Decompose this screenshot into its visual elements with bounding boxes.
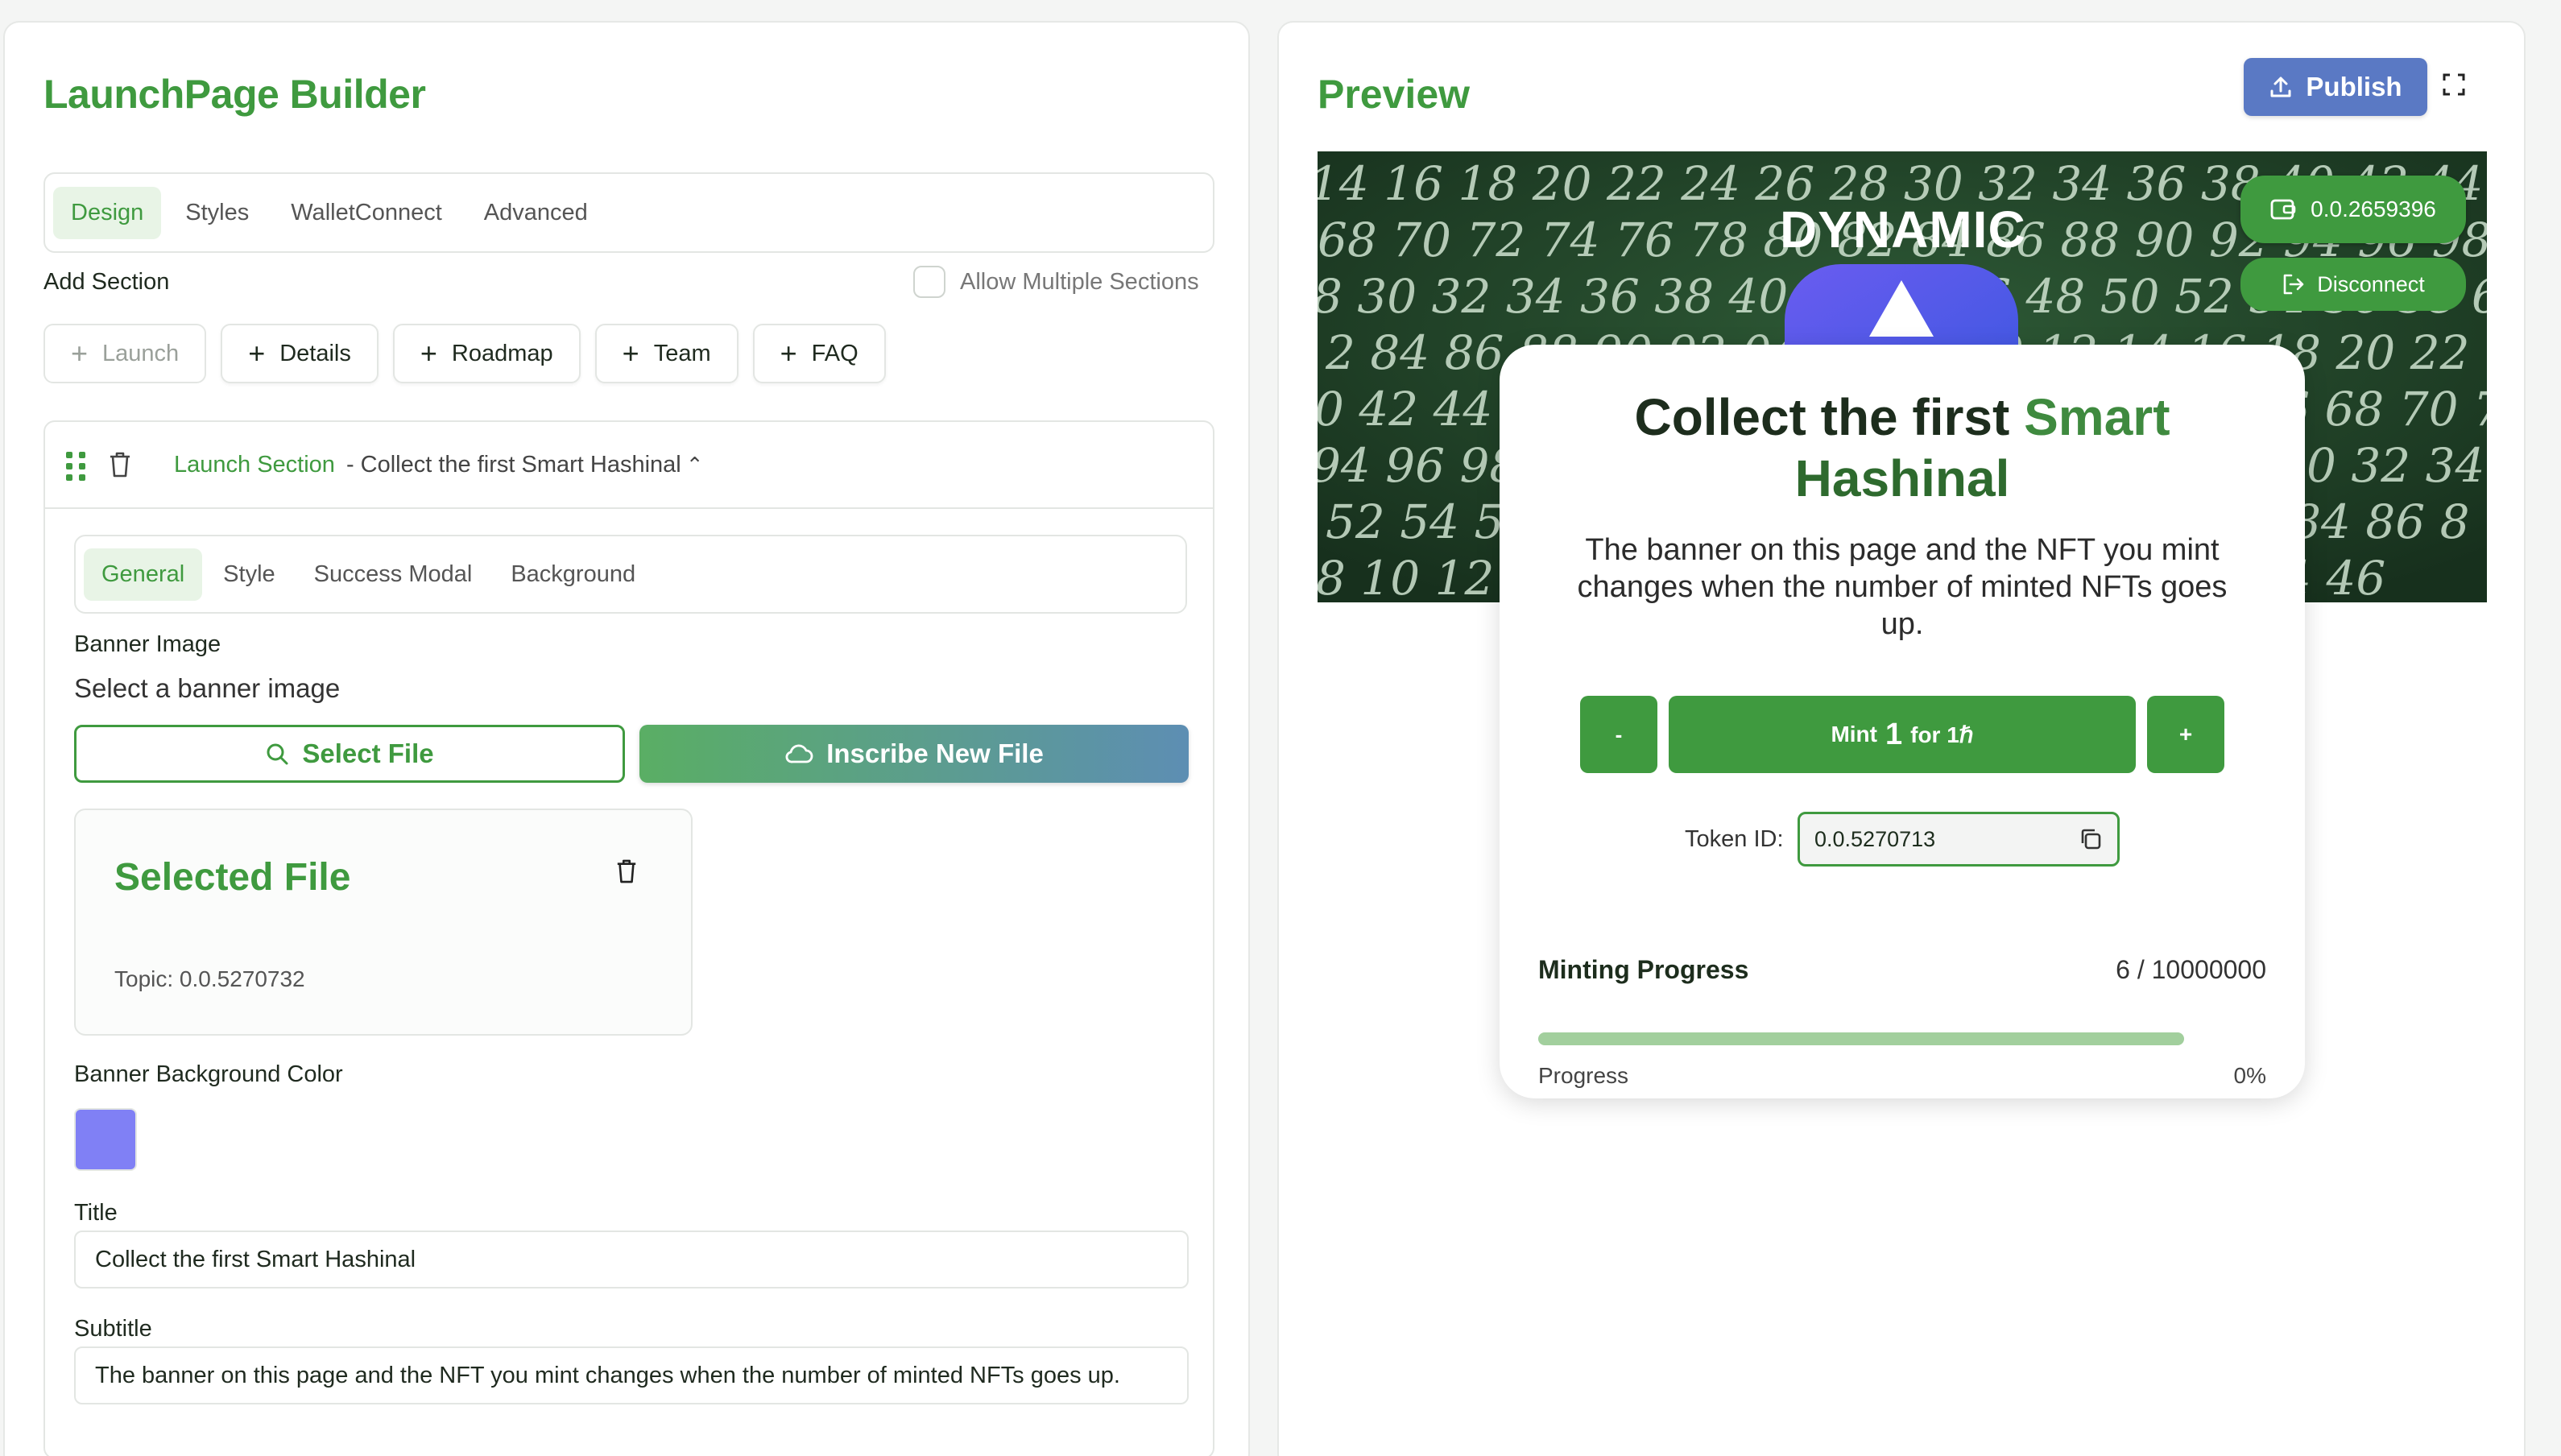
minting-progress-count: 6 / 10000000	[2116, 955, 2266, 984]
tab-background[interactable]: Background	[493, 548, 653, 601]
cloud-icon	[785, 744, 813, 763]
mint-title-part1: Collect the first	[1634, 388, 2010, 446]
copy-icon[interactable]	[2079, 827, 2103, 851]
mint-price: for 1ℏ	[1910, 722, 1974, 747]
drag-handle-icon[interactable]	[66, 452, 85, 481]
allow-multiple-checkbox[interactable]	[913, 266, 945, 298]
banner-image-hint: Select a banner image	[74, 673, 341, 703]
tab-general[interactable]: General	[84, 548, 203, 601]
banner-bg-color-label: Banner Background Color	[74, 1061, 343, 1087]
add-team-button[interactable]: + Team	[594, 324, 739, 383]
plus-icon: +	[420, 337, 437, 370]
token-id-value: 0.0.5270713	[1814, 826, 1936, 851]
increase-quantity-button[interactable]: +	[2147, 696, 2224, 773]
logout-icon	[2283, 274, 2304, 295]
subtitle-input[interactable]: The banner on this page and the NFT you …	[74, 1346, 1189, 1404]
decrease-quantity-button[interactable]: -	[1580, 696, 1657, 773]
tab-design[interactable]: Design	[53, 186, 162, 239]
app-title: LaunchPage Builder	[43, 72, 426, 117]
add-details-label: Details	[279, 340, 351, 366]
preview-panel: Preview Publish 4 16 18 20 22 24 26 28 3…	[1277, 21, 2526, 1456]
banner-image-label: Banner Image	[74, 631, 221, 657]
add-section-buttons: + Launch + Details + Roadmap + Team + FA…	[43, 324, 886, 383]
add-details-button[interactable]: + Details	[221, 324, 379, 383]
tab-success-modal[interactable]: Success Modal	[296, 548, 490, 601]
mint-subtitle: The banner on this page and the NFT you …	[1577, 533, 2228, 641]
add-faq-button[interactable]: + FAQ	[752, 324, 886, 383]
add-launch-button[interactable]: + Launch	[43, 324, 207, 383]
subtitle-label: Subtitle	[74, 1316, 152, 1342]
title-label: Title	[74, 1200, 118, 1226]
selected-file-topic: Topic: 0.0.5270732	[114, 966, 305, 991]
token-id-field[interactable]: 0.0.5270713	[1798, 812, 2120, 867]
selected-file-card: Selected File Topic: 0.0.5270732	[74, 809, 693, 1036]
inscribe-new-file-label: Inscribe New File	[826, 738, 1044, 768]
banner-bg-color-swatch[interactable]	[74, 1108, 137, 1171]
publish-button[interactable]: Publish	[2244, 58, 2427, 116]
section-header[interactable]: Launch Section - Collect the first Smart…	[45, 422, 1213, 509]
selected-file-title: Selected File	[114, 856, 351, 899]
mint-card: Collect the first Smart Hashinal The ban…	[1500, 345, 2305, 1098]
disconnect-label: Disconnect	[2317, 271, 2425, 296]
search-icon	[267, 743, 288, 765]
tab-style[interactable]: Style	[205, 548, 292, 601]
trash-icon[interactable]	[615, 858, 638, 888]
chevron-up-icon[interactable]: ⌃	[686, 453, 704, 478]
wallet-icon	[2270, 199, 2296, 220]
disconnect-button[interactable]: Disconnect	[2240, 258, 2466, 311]
add-section-label: Add Section	[43, 269, 170, 295]
trash-icon[interactable]	[108, 451, 132, 478]
tab-walletconnect[interactable]: WalletConnect	[273, 187, 460, 239]
plus-icon: +	[780, 337, 797, 370]
progress-percent: 0%	[2233, 1063, 2266, 1088]
select-file-button[interactable]: Select File	[74, 725, 625, 783]
progress-sub-label: Progress	[1538, 1063, 1629, 1088]
upload-icon	[2270, 77, 2291, 97]
section-name: Launch Section	[174, 451, 335, 478]
token-id-label: Token ID:	[1685, 826, 1784, 852]
launch-section-card: Launch Section - Collect the first Smart…	[43, 420, 1214, 1456]
mint-title-part2: Smart	[2024, 388, 2170, 446]
mint-title-part3: Hashinal	[1794, 449, 2010, 507]
mint-button[interactable]: Mint 1 for 1ℏ	[1669, 696, 2136, 773]
banner-word: DYNAMIC	[1780, 201, 2026, 259]
plus-icon: +	[622, 337, 639, 370]
section-subtitle: - Collect the first Smart Hashinal	[345, 451, 681, 478]
allow-multiple-toggle[interactable]: Allow Multiple Sections	[913, 266, 1199, 298]
preview-title: Preview	[1318, 72, 1471, 117]
builder-panel: LaunchPage Builder Design Styles WalletC…	[3, 21, 1250, 1456]
plus-icon: +	[248, 337, 266, 370]
add-roadmap-button[interactable]: + Roadmap	[392, 324, 581, 383]
wallet-account-id: 0.0.2659396	[2311, 196, 2436, 221]
expand-icon[interactable]	[2442, 72, 2466, 101]
mint-prefix: Mint	[1831, 722, 1877, 747]
title-input[interactable]: Collect the first Smart Hashinal	[74, 1231, 1189, 1288]
select-file-label: Select File	[302, 738, 434, 768]
section-tabbar: General Style Success Modal Background	[74, 535, 1187, 614]
add-faq-label: FAQ	[811, 340, 858, 366]
builder-tabbar: Design Styles WalletConnect Advanced	[43, 172, 1214, 253]
mint-quantity: 1	[1885, 717, 1903, 751]
tab-styles[interactable]: Styles	[168, 187, 267, 239]
allow-multiple-label: Allow Multiple Sections	[960, 268, 1199, 295]
add-team-label: Team	[653, 340, 711, 366]
minting-progress-bar	[1538, 1032, 2184, 1045]
mint-title: Collect the first Smart Hashinal	[1532, 387, 2273, 509]
minting-progress-label: Minting Progress	[1538, 955, 1749, 984]
tab-advanced[interactable]: Advanced	[466, 187, 606, 239]
add-roadmap-label: Roadmap	[451, 340, 553, 366]
wallet-account-button[interactable]: 0.0.2659396	[2240, 176, 2466, 243]
inscribe-new-file-button[interactable]: Inscribe New File	[639, 725, 1189, 783]
publish-label: Publish	[2306, 72, 2402, 101]
plus-icon: +	[71, 337, 89, 370]
add-launch-label: Launch	[102, 340, 180, 366]
